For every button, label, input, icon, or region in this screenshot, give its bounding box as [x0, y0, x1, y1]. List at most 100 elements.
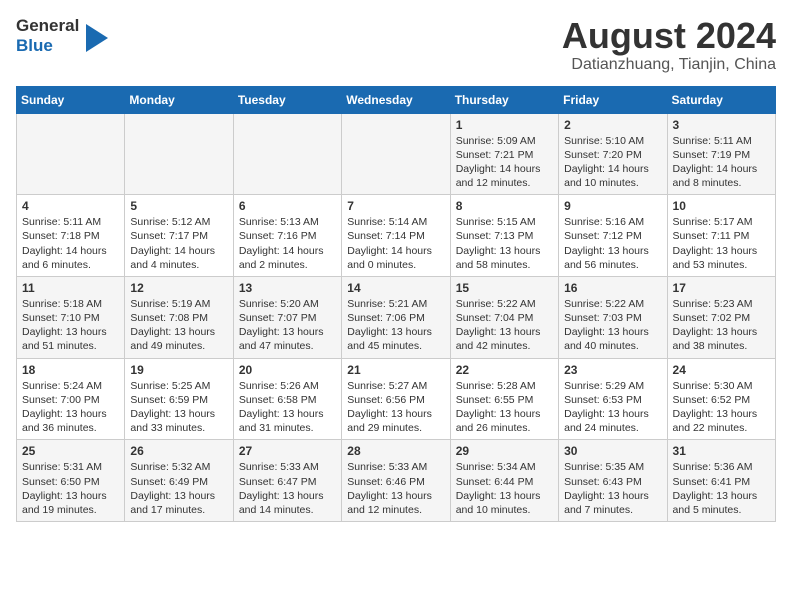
day-number: 4	[22, 199, 119, 213]
column-header-tuesday: Tuesday	[233, 86, 341, 113]
logo: General Blue	[16, 16, 108, 55]
day-number: 27	[239, 444, 336, 458]
day-info: Sunrise: 5:14 AM Sunset: 7:14 PM Dayligh…	[347, 215, 444, 272]
calendar-cell: 1Sunrise: 5:09 AM Sunset: 7:21 PM Daylig…	[450, 113, 558, 195]
day-number: 10	[673, 199, 770, 213]
day-info: Sunrise: 5:26 AM Sunset: 6:58 PM Dayligh…	[239, 379, 336, 436]
day-info: Sunrise: 5:28 AM Sunset: 6:55 PM Dayligh…	[456, 379, 553, 436]
day-number: 1	[456, 118, 553, 132]
day-info: Sunrise: 5:31 AM Sunset: 6:50 PM Dayligh…	[22, 460, 119, 517]
calendar-cell: 6 Sunrise: 5:13 AM Sunset: 7:16 PM Daylig…	[233, 195, 341, 277]
calendar-cell: 23 Sunrise: 5:29 AM Sunset: 6:53 PM Dayli…	[559, 358, 667, 440]
day-number: 5	[130, 199, 227, 213]
day-info: Sunrise: 5:21 AM Sunset: 7:06 PM Dayligh…	[347, 297, 444, 354]
day-info: Sunrise: 5:19 AM Sunset: 7:08 PM Dayligh…	[130, 297, 227, 354]
day-number: 20	[239, 363, 336, 377]
day-info: Sunrise: 5:22 AM Sunset: 7:03 PM Dayligh…	[564, 297, 661, 354]
day-number: 6	[239, 199, 336, 213]
day-number: 24	[673, 363, 770, 377]
day-number: 30	[564, 444, 661, 458]
day-info: Sunrise: 5:25 AM Sunset: 6:59 PM Dayligh…	[130, 379, 227, 436]
day-info: Sunrise: 5:15 AM Sunset: 7:13 PM Dayligh…	[456, 215, 553, 272]
day-number: 8	[456, 199, 553, 213]
calendar-cell: 16 Sunrise: 5:22 AM Sunset: 7:03 PM Dayli…	[559, 276, 667, 358]
day-number: 21	[347, 363, 444, 377]
day-number: 3	[673, 118, 770, 132]
calendar-cell: 2 Sunrise: 5:10 AM Sunset: 7:20 PM Daylig…	[559, 113, 667, 195]
day-info: Sunrise: 5:10 AM Sunset: 7:20 PM Dayligh…	[564, 134, 661, 191]
day-number: 16	[564, 281, 661, 295]
calendar-cell: 26Sunrise: 5:32 AM Sunset: 6:49 PM Dayli…	[125, 440, 233, 522]
calendar-cell: 14Sunrise: 5:21 AM Sunset: 7:06 PM Dayli…	[342, 276, 450, 358]
day-info: Sunrise: 5:30 AM Sunset: 6:52 PM Dayligh…	[673, 379, 770, 436]
calendar-cell: 13 Sunrise: 5:20 AM Sunset: 7:07 PM Dayli…	[233, 276, 341, 358]
column-header-thursday: Thursday	[450, 86, 558, 113]
calendar-cell: 27Sunrise: 5:33 AM Sunset: 6:47 PM Dayli…	[233, 440, 341, 522]
day-info: Sunrise: 5:33 AM Sunset: 6:46 PM Dayligh…	[347, 460, 444, 517]
calendar-cell: 18Sunrise: 5:24 AM Sunset: 7:00 PM Dayli…	[17, 358, 125, 440]
column-header-monday: Monday	[125, 86, 233, 113]
day-info: Sunrise: 5:17 AM Sunset: 7:11 PM Dayligh…	[673, 215, 770, 272]
calendar-week-row: 18Sunrise: 5:24 AM Sunset: 7:00 PM Dayli…	[17, 358, 776, 440]
day-number: 15	[456, 281, 553, 295]
day-info: Sunrise: 5:23 AM Sunset: 7:02 PM Dayligh…	[673, 297, 770, 354]
day-number: 7	[347, 199, 444, 213]
day-number: 11	[22, 281, 119, 295]
day-info: Sunrise: 5:34 AM Sunset: 6:44 PM Dayligh…	[456, 460, 553, 517]
day-number: 29	[456, 444, 553, 458]
day-number: 17	[673, 281, 770, 295]
calendar-cell: 4Sunrise: 5:11 AM Sunset: 7:18 PM Daylig…	[17, 195, 125, 277]
calendar-cell	[233, 113, 341, 195]
column-header-wednesday: Wednesday	[342, 86, 450, 113]
day-info: Sunrise: 5:22 AM Sunset: 7:04 PM Dayligh…	[456, 297, 553, 354]
calendar-week-row: 1Sunrise: 5:09 AM Sunset: 7:21 PM Daylig…	[17, 113, 776, 195]
day-info: Sunrise: 5:13 AM Sunset: 7:16 PM Dayligh…	[239, 215, 336, 272]
calendar-cell: 10 Sunrise: 5:17 AM Sunset: 7:11 PM Dayli…	[667, 195, 775, 277]
calendar-cell: 30Sunrise: 5:35 AM Sunset: 6:43 PM Dayli…	[559, 440, 667, 522]
day-info: Sunrise: 5:11 AM Sunset: 7:19 PM Dayligh…	[673, 134, 770, 191]
calendar-cell: 25Sunrise: 5:31 AM Sunset: 6:50 PM Dayli…	[17, 440, 125, 522]
calendar-cell: 9Sunrise: 5:16 AM Sunset: 7:12 PM Daylig…	[559, 195, 667, 277]
calendar-cell: 17 Sunrise: 5:23 AM Sunset: 7:02 PM Dayli…	[667, 276, 775, 358]
calendar-cell: 3 Sunrise: 5:11 AM Sunset: 7:19 PM Daylig…	[667, 113, 775, 195]
calendar-cell: 31 Sunrise: 5:36 AM Sunset: 6:41 PM Dayli…	[667, 440, 775, 522]
day-info: Sunrise: 5:36 AM Sunset: 6:41 PM Dayligh…	[673, 460, 770, 517]
calendar-cell: 24 Sunrise: 5:30 AM Sunset: 6:52 PM Dayli…	[667, 358, 775, 440]
logo-arrow-icon	[86, 24, 108, 52]
calendar-cell: 11 Sunrise: 5:18 AM Sunset: 7:10 PM Dayli…	[17, 276, 125, 358]
day-info: Sunrise: 5:32 AM Sunset: 6:49 PM Dayligh…	[130, 460, 227, 517]
day-number: 2	[564, 118, 661, 132]
calendar-cell: 12 Sunrise: 5:19 AM Sunset: 7:08 PM Dayli…	[125, 276, 233, 358]
title-section: August 2024 Datianzhuang, Tianjin, China	[562, 16, 776, 74]
day-info: Sunrise: 5:12 AM Sunset: 7:17 PM Dayligh…	[130, 215, 227, 272]
day-number: 22	[456, 363, 553, 377]
day-info: Sunrise: 5:29 AM Sunset: 6:53 PM Dayligh…	[564, 379, 661, 436]
day-number: 9	[564, 199, 661, 213]
logo-general: General	[16, 16, 79, 36]
day-number: 12	[130, 281, 227, 295]
day-number: 18	[22, 363, 119, 377]
calendar-cell: 20 Sunrise: 5:26 AM Sunset: 6:58 PM Dayli…	[233, 358, 341, 440]
location-subtitle: Datianzhuang, Tianjin, China	[562, 56, 776, 74]
column-header-sunday: Sunday	[17, 86, 125, 113]
calendar-cell	[125, 113, 233, 195]
calendar-cell: 5 Sunrise: 5:12 AM Sunset: 7:17 PM Daylig…	[125, 195, 233, 277]
day-number: 13	[239, 281, 336, 295]
day-info: Sunrise: 5:27 AM Sunset: 6:56 PM Dayligh…	[347, 379, 444, 436]
day-info: Sunrise: 5:18 AM Sunset: 7:10 PM Dayligh…	[22, 297, 119, 354]
day-number: 31	[673, 444, 770, 458]
calendar-cell	[17, 113, 125, 195]
day-number: 28	[347, 444, 444, 458]
calendar-cell: 29 Sunrise: 5:34 AM Sunset: 6:44 PM Dayli…	[450, 440, 558, 522]
month-year-title: August 2024	[562, 16, 776, 56]
day-info: Sunrise: 5:20 AM Sunset: 7:07 PM Dayligh…	[239, 297, 336, 354]
calendar-cell: 7 Sunrise: 5:14 AM Sunset: 7:14 PM Daylig…	[342, 195, 450, 277]
calendar-cell: 19 Sunrise: 5:25 AM Sunset: 6:59 PM Dayli…	[125, 358, 233, 440]
column-header-saturday: Saturday	[667, 86, 775, 113]
calendar-week-row: 4Sunrise: 5:11 AM Sunset: 7:18 PM Daylig…	[17, 195, 776, 277]
calendar-cell: 15 Sunrise: 5:22 AM Sunset: 7:04 PM Dayli…	[450, 276, 558, 358]
calendar-table: SundayMondayTuesdayWednesdayThursdayFrid…	[16, 86, 776, 522]
calendar-cell: 28 Sunrise: 5:33 AM Sunset: 6:46 PM Dayli…	[342, 440, 450, 522]
day-number: 23	[564, 363, 661, 377]
day-number: 19	[130, 363, 227, 377]
